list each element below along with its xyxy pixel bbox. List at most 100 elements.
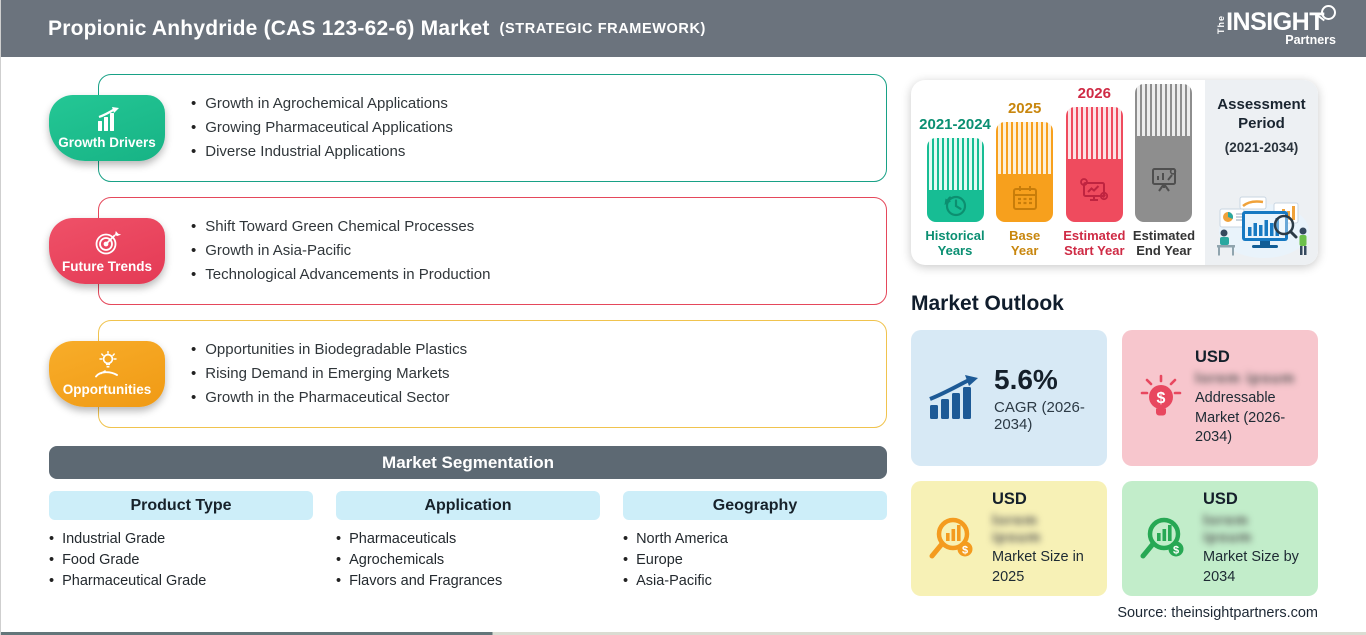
card-label: Addressable Market (2026-2034) (1195, 390, 1286, 446)
bulb-dollar-icon: $ (1140, 374, 1182, 416)
forecast-timeline-card: 2021-2024 Historical Years 2025 Base Yea… (911, 80, 1318, 265)
source-credit: Source: theinsightpartners.com (1117, 605, 1318, 621)
column-list: Pharmaceuticals Agrochemicals Flavors an… (336, 530, 600, 590)
calendar-icon (1012, 186, 1037, 210)
card-label: Market Size in 2025 (992, 548, 1084, 585)
logo-partners: Partners (1285, 33, 1336, 47)
bar-chart-up-icon (98, 106, 119, 131)
list-item: Growth in the Pharmaceutical Sector (191, 388, 467, 408)
market-outlook-title: Market Outlook (911, 292, 1064, 315)
segmentation-column-product-type: Product Type Industrial Grade Food Grade… (49, 491, 313, 593)
content: Growth Drivers Growth in Agrochemical Ap… (1, 57, 1366, 621)
bar (1065, 107, 1123, 222)
monitor-chart-icon (1080, 177, 1109, 201)
timeline-bar-end: 2034 (1132, 80, 1196, 259)
column-header: Geography (623, 491, 887, 520)
magnifier-chart-icon: $ (929, 517, 973, 558)
outlook-cards: 5.6% CAGR (2026-2034) $ USD lorem ipsum … (911, 330, 1318, 596)
bar-label: Estimated End Year (1132, 228, 1196, 259)
growth-drivers-section: Growth Drivers Growth in Agrochemical Ap… (49, 74, 887, 182)
bar-year: 2021-2024 (919, 116, 991, 133)
bar-body (1135, 136, 1193, 222)
blurred-value: lorem ipsum (992, 511, 1042, 546)
timeline-bar-start: 2026 Estimated Start Year (1063, 85, 1126, 259)
segmentation-column-application: Application Pharmaceuticals Agrochemical… (336, 491, 600, 593)
bar-year: 2026 (1077, 85, 1111, 102)
magnifier-chart-icon: $ (1140, 517, 1184, 558)
card-label: Market Size by 2034 (1203, 548, 1299, 585)
timeline-bars: 2021-2024 Historical Years 2025 Base Yea… (911, 80, 1205, 265)
bar-stripes (1065, 107, 1123, 159)
list-item: Technological Advancements in Production (191, 265, 490, 285)
assessment-line: Assessment (1217, 96, 1306, 113)
growth-drivers-list: Growth in Agrochemical Applications Grow… (191, 90, 453, 166)
infographic-page: Propionic Anhydride (CAS 123-62-6) Marke… (0, 0, 1366, 635)
magnifier-icon (1321, 5, 1336, 20)
currency-label: USD (1195, 348, 1230, 367)
bar (926, 138, 984, 222)
bar (996, 122, 1054, 222)
market-size-2025-card: $ USD lorem ipsum Market Size in 2025 (911, 481, 1107, 596)
market-segmentation-banner: Market Segmentation (49, 446, 887, 479)
currency-label: USD (1203, 489, 1238, 508)
page-subtitle: (STRATEGIC FRAMEWORK) (499, 20, 706, 37)
column-list: North America Europe Asia-Pacific (623, 530, 887, 590)
segmentation-column-geography: Geography North America Europe Asia-Paci… (623, 491, 887, 593)
framework-column: Growth Drivers Growth in Agrochemical Ap… (49, 74, 887, 621)
list-item: Rising Demand in Emerging Markets (191, 364, 467, 384)
list-item: Diverse Industrial Applications (191, 142, 453, 162)
logo-wordmark: INSIGHT Partners (1226, 5, 1336, 47)
svg-text:$: $ (1173, 544, 1179, 556)
future-trends-box: Shift Toward Green Chemical Processes Gr… (98, 197, 887, 305)
list-item: Growing Pharmaceutical Applications (191, 118, 453, 138)
list-item: Agrochemicals (336, 551, 600, 569)
bar-body (996, 174, 1054, 222)
badge-label: Growth Drivers (58, 134, 156, 150)
bar-label: Historical Years (925, 228, 985, 259)
growth-bars-arrow-icon (929, 375, 978, 419)
cagr-text: 5.6% CAGR (2026-2034) (994, 364, 1091, 433)
bar-body (926, 190, 984, 222)
size-2025-text: USD lorem ipsum Market Size in 2025 (992, 490, 1091, 587)
analytics-illustration (1216, 196, 1309, 258)
column-header: Application (336, 491, 600, 520)
list-item: North America (623, 530, 887, 548)
bar-year: 2025 (1007, 100, 1042, 117)
cagr-label: CAGR (2026-2034) (994, 398, 1085, 433)
blurred-value: lorem ipsum (1203, 511, 1253, 546)
insight-partners-logo: The INSIGHT Partners (1216, 5, 1336, 47)
assessment-period-panel: Assessment Period (2021-2034) (1205, 80, 1318, 265)
bar-label: Base Year (1009, 228, 1041, 259)
presentation-chart-icon (1151, 168, 1177, 192)
timeline-bar-historical: 2021-2024 Historical Years (919, 116, 991, 259)
list-item: Opportunities in Biodegradable Plastics (191, 340, 467, 360)
opportunities-badge: Opportunities (49, 341, 165, 407)
addressable-market-card: $ USD lorem ipsum Addressable Market (20… (1122, 330, 1318, 466)
svg-text:$: $ (962, 544, 968, 556)
logo-insight: INSIGHT (1226, 8, 1324, 36)
logo-the: The (1216, 15, 1227, 35)
future-trends-section: Future Trends Shift Toward Green Chemica… (49, 197, 887, 305)
size-2034-text: USD lorem ipsum Market Size by 2034 (1203, 490, 1302, 587)
bar-stripes (926, 138, 984, 190)
bar (1135, 84, 1193, 222)
currency-label: USD (992, 489, 1027, 508)
assessment-range: (2021-2034) (1224, 139, 1299, 155)
list-item: Growth in Asia-Pacific (191, 241, 490, 261)
opportunities-box: Opportunities in Biodegradable Plastics … (98, 320, 887, 428)
future-trends-badge: Future Trends (49, 218, 165, 284)
list-item: Shift Toward Green Chemical Processes (191, 217, 490, 237)
bar-label: Estimated Start Year (1063, 228, 1126, 259)
bar-body (1065, 159, 1123, 222)
market-size-2034-card: $ USD lorem ipsum Market Size by 2034 (1122, 481, 1318, 596)
segmentation-columns: Product Type Industrial Grade Food Grade… (49, 491, 887, 593)
target-dart-icon (95, 230, 121, 254)
cagr-card: 5.6% CAGR (2026-2034) (911, 330, 1107, 466)
list-item: Growth in Agrochemical Applications (191, 94, 453, 114)
bar-stripes (1135, 84, 1193, 136)
header: Propionic Anhydride (CAS 123-62-6) Marke… (1, 0, 1366, 57)
opportunities-section: Opportunities Opportunities in Biodegrad… (49, 320, 887, 428)
list-item: Food Grade (49, 551, 313, 569)
bar-stripes (996, 122, 1054, 174)
outlook-column: 2021-2024 Historical Years 2025 Base Yea… (911, 74, 1318, 621)
